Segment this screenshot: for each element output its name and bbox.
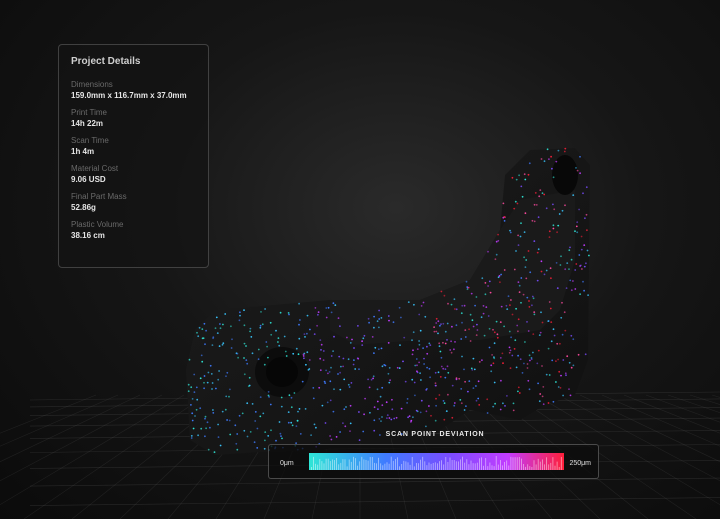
deviation-min-label: 0μm <box>280 460 294 467</box>
stat-scan-time: Scan Time 1h 4m <box>71 135 196 157</box>
stat-label: Material Cost <box>71 164 119 173</box>
stat-final-part-mass: Final Part Mass 52.86g <box>71 191 196 213</box>
stat-print-time: Print Time 14h 22m <box>71 107 196 129</box>
project-details-panel: Project Details Dimensions 159.0mm x 116… <box>58 44 209 268</box>
stat-value: 52.86g <box>71 203 96 212</box>
stat-material-cost: Material Cost 9.06 USD <box>71 163 196 185</box>
stat-label: Plastic Volume <box>71 220 124 229</box>
stat-value: 159.0mm x 116.7mm x 37.0mm <box>71 91 187 100</box>
stat-label: Final Part Mass <box>71 192 127 201</box>
stat-dimensions: Dimensions 159.0mm x 116.7mm x 37.0mm <box>71 79 196 101</box>
scan-deviation-legend: 0μm 250μm <box>268 444 599 479</box>
stat-value: 14h 22m <box>71 119 104 128</box>
stat-value: 38.16 cm <box>71 231 105 240</box>
stat-value: 1h 4m <box>71 147 95 156</box>
stat-value: 9.06 USD <box>71 175 106 184</box>
stat-label: Scan Time <box>71 136 109 145</box>
panel-title: Project Details <box>71 56 141 67</box>
deviation-max-label: 250μm <box>569 460 591 467</box>
stat-label: Dimensions <box>71 80 113 89</box>
stat-plastic-volume: Plastic Volume 38.16 cm <box>71 219 196 241</box>
stat-label: Print Time <box>71 108 108 117</box>
scan-deviation-title: SCAN POINT DEVIATION <box>385 431 485 438</box>
deviation-histogram <box>309 453 564 470</box>
